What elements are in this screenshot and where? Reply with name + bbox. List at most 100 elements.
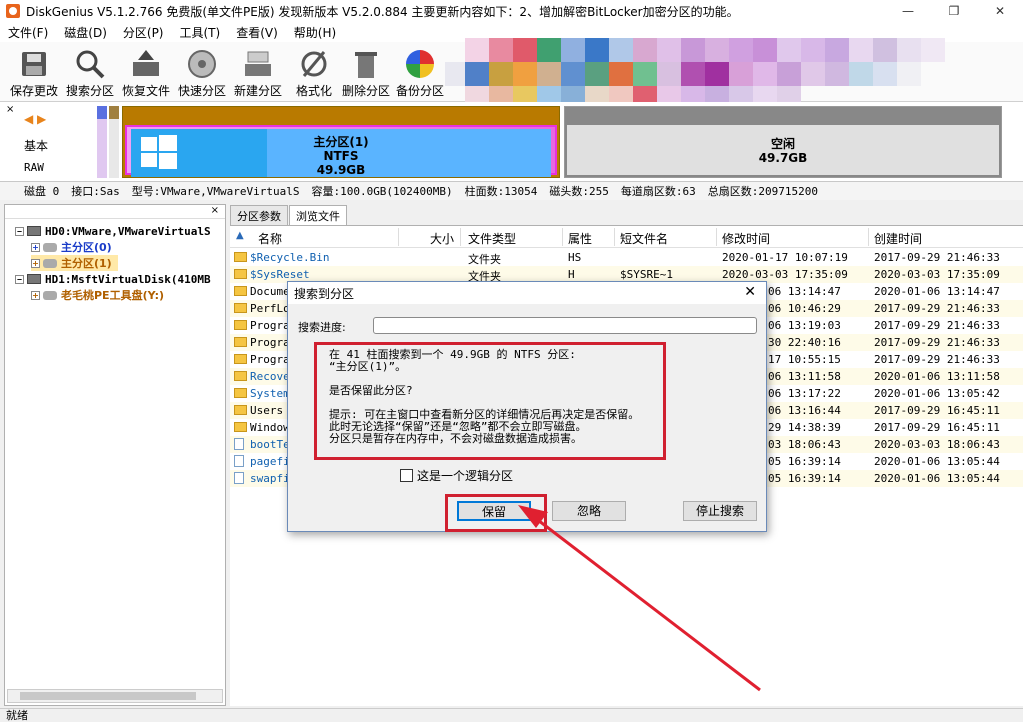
primary-partition-name: 主分区(1) <box>313 135 369 149</box>
quick-partition-button[interactable]: 快速分区 <box>174 46 230 100</box>
recover-icon <box>130 48 162 80</box>
search-icon <box>74 48 106 80</box>
tree-item-pe-disk[interactable]: + 老毛桃PE工具盘(Y:) <box>31 287 164 303</box>
col-attr[interactable]: 属性 <box>568 230 592 247</box>
table-row[interactable]: $Recycle.Bin 文件夹 HS 2020-01-17 10:07:19 2017… <box>230 249 1023 266</box>
partition-mini-bar[interactable] <box>97 106 107 178</box>
minimize-button[interactable]: — <box>885 0 931 22</box>
format-button[interactable]: 格式化 <box>286 46 342 100</box>
volume-icon <box>43 242 57 252</box>
folder-icon <box>234 354 247 364</box>
expand-icon[interactable]: + <box>31 258 40 268</box>
tree-item-hd0[interactable]: − HD0:VMware,VMwareVirtualS <box>15 223 211 239</box>
file-name-cell: System <box>234 387 290 400</box>
close-icon[interactable]: × <box>6 104 14 115</box>
maximize-button[interactable]: ❐ <box>931 0 977 22</box>
file-name-cell: swapfi <box>234 472 290 485</box>
title-bar: DiskGenius V5.1.2.766 免费版(单文件PE版) 发现新版本 … <box>0 0 1023 22</box>
col-name[interactable]: 名称 <box>258 230 282 247</box>
search-progress-label: 搜索进度: <box>298 321 346 334</box>
file-name-cell: Users <box>234 404 283 417</box>
status-bar: 就绪 <box>0 708 1023 722</box>
primary-partition-size: 49.9GB <box>316 163 366 177</box>
col-size[interactable]: 大小 <box>430 230 454 247</box>
expand-icon[interactable]: + <box>31 290 40 300</box>
logical-partition-checkbox[interactable]: 这是一个逻辑分区 <box>400 467 513 484</box>
recover-files-button[interactable]: 恢复文件 <box>118 46 174 100</box>
tree-item-hd1[interactable]: − HD1:MsftVirtualDisk(410MB <box>15 271 211 287</box>
volume-icon <box>43 258 57 268</box>
file-created-cell: 2017-09-29 21:46:33 <box>874 353 1000 366</box>
stop-search-button[interactable]: 停止搜索 <box>683 501 757 521</box>
file-name-cell: Window <box>234 421 290 434</box>
disk-capacity: 容量:100.0GB(102400MB) <box>311 185 453 198</box>
backup-icon <box>404 48 436 80</box>
col-short-name[interactable]: 短文件名 <box>620 230 668 247</box>
col-created[interactable]: 创建时间 <box>874 230 922 247</box>
collapse-icon[interactable]: − <box>15 226 24 236</box>
tree-horizontal-scrollbar[interactable] <box>7 689 223 703</box>
close-icon[interactable]: × <box>211 205 219 216</box>
dialog-close-button[interactable]: ✕ <box>744 284 756 300</box>
message-question: 是否保留此分区? <box>329 384 413 397</box>
disk-cylinders: 柱面数:13054 <box>464 185 538 198</box>
new-partition-button[interactable]: 新建分区 <box>230 46 286 100</box>
folder-icon <box>234 320 247 330</box>
checkbox-box[interactable] <box>400 469 413 482</box>
tab-browse-files[interactable]: 浏览文件 <box>289 205 347 225</box>
file-modified-cell: 06 13:16:44 <box>768 404 841 417</box>
col-type[interactable]: 文件类型 <box>468 230 516 247</box>
annotation-highlight-box <box>445 494 547 532</box>
ignore-button[interactable]: 忽略 <box>552 501 626 521</box>
free-space-block[interactable]: 空闲 49.7GB <box>564 106 1002 178</box>
disk-nav-arrows-icon[interactable]: ◀ ▶ <box>24 112 46 126</box>
message-tip-3: 分区只是暂存在内存中，不会对磁盘数据造成损害。 <box>329 432 582 445</box>
disk-sectors-per-track: 每道扇区数:63 <box>620 185 696 198</box>
menu-help[interactable]: 帮助(H) <box>286 24 344 41</box>
tab-bar: 分区参数 浏览文件 <box>230 205 348 225</box>
save-icon <box>18 48 50 80</box>
folder-icon <box>234 286 247 296</box>
folder-icon <box>234 422 247 432</box>
disk-format-label: RAW <box>24 161 44 174</box>
close-window-button[interactable]: ✕ <box>977 0 1023 22</box>
file-icon <box>234 455 244 467</box>
expand-icon[interactable]: + <box>31 242 40 252</box>
file-modified-cell: 06 10:46:29 <box>768 302 841 315</box>
disk-model: 型号:VMware,VMwareVirtualS <box>131 185 300 198</box>
free-space-size: 49.7GB <box>758 151 808 165</box>
menu-file[interactable]: 文件(F) <box>0 24 56 41</box>
file-attr-cell: HS <box>568 251 582 264</box>
tree-item-partition-0[interactable]: + 主分区(0) <box>31 239 112 255</box>
search-partition-button[interactable]: 搜索分区 <box>62 46 118 100</box>
disk-number: 磁盘 0 <box>24 185 60 198</box>
file-modified-cell: 05 16:39:14 <box>768 455 841 468</box>
menu-view[interactable]: 查看(V) <box>228 24 286 41</box>
delete-icon <box>350 48 382 80</box>
file-modified-cell: 05 16:39:14 <box>768 472 841 485</box>
folder-icon <box>234 388 247 398</box>
file-created-cell: 2020-01-06 13:05:44 <box>874 455 1000 468</box>
file-name-cell: Progra <box>234 336 290 349</box>
delete-partition-button[interactable]: 删除分区 <box>338 46 394 100</box>
save-changes-button[interactable]: 保存更改 <box>6 46 62 100</box>
primary-partition-block[interactable]: 主分区(1) NTFS 49.9GB <box>122 106 560 178</box>
file-name-cell: Progra <box>234 319 290 332</box>
free-space-name: 空闲 <box>770 137 795 151</box>
disk-interface: 接口:Sas <box>71 185 120 198</box>
file-name-cell: $Recycle.Bin <box>234 251 329 264</box>
backup-partition-button[interactable]: 备份分区 <box>392 46 448 100</box>
tree-item-partition-1[interactable]: + 主分区(1) <box>31 255 118 271</box>
col-modified[interactable]: 修改时间 <box>722 230 770 247</box>
tab-partition-params[interactable]: 分区参数 <box>230 205 288 225</box>
menu-tools[interactable]: 工具(T) <box>172 24 229 41</box>
disk-map-panel: × ◀ ▶ 基本 RAW 主分区(1) NTFS 49.9GB 空闲 49.7G… <box>0 102 1023 182</box>
collapse-icon[interactable]: − <box>15 274 24 284</box>
file-created-cell: 2020-01-06 13:14:47 <box>874 285 1000 298</box>
file-list-header: ▲ 名称 大小 文件类型 属性 短文件名 修改时间 创建时间 <box>230 226 1023 248</box>
menu-partition[interactable]: 分区(P) <box>115 24 172 41</box>
partition-mini-bar[interactable] <box>109 106 119 178</box>
new-partition-icon <box>242 48 274 80</box>
menu-disk[interactable]: 磁盘(D) <box>56 24 115 41</box>
file-created-cell: 2020-03-03 18:06:43 <box>874 438 1000 451</box>
